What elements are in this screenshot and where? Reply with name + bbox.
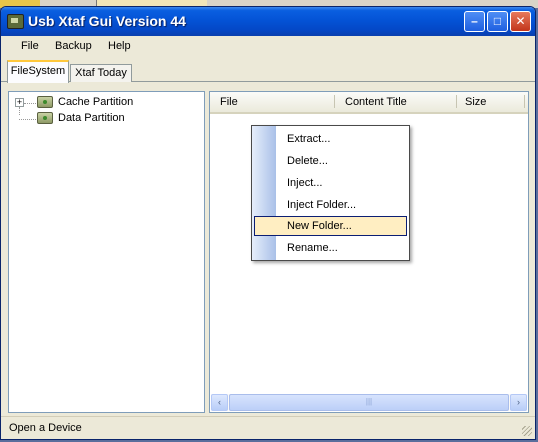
tree-node-cache-partition[interactable]: + Cache Partition <box>9 95 199 115</box>
menu-item-label: Inject... <box>287 177 323 189</box>
scroll-right-arrow-icon[interactable]: › <box>510 394 527 411</box>
app-icon[interactable] <box>7 14 24 29</box>
tab-filesystem[interactable]: FileSystem <box>7 60 69 83</box>
tab-xtaf-today-label: Xtaf Today <box>75 67 127 79</box>
menu-item-label: Extract... <box>287 133 331 145</box>
menu-item-extract[interactable]: Extract... <box>254 129 407 149</box>
tree-connector <box>24 103 36 104</box>
menu-item-new-folder[interactable]: New Folder... <box>254 216 407 236</box>
column-divider[interactable] <box>456 95 457 108</box>
title-bar[interactable]: Usb Xtaf Gui Version 44 – □ ✕ <box>1 7 535 36</box>
tab-strip: FileSystem Xtaf Today <box>1 59 535 83</box>
column-divider[interactable] <box>524 95 525 108</box>
close-button[interactable]: ✕ <box>510 11 531 32</box>
menu-item-label: Inject Folder... <box>287 199 357 211</box>
tree-node-label: Cache Partition <box>58 96 134 108</box>
menu-backup[interactable]: Backup <box>55 40 92 52</box>
menu-item-label: Delete... <box>287 155 328 167</box>
tree-connector <box>19 119 36 120</box>
tree-node-label: Data Partition <box>58 112 125 124</box>
menu-item-rename[interactable]: Rename... <box>254 238 407 258</box>
status-bar: Open a Device <box>1 416 535 439</box>
window-title: Usb Xtaf Gui Version 44 <box>28 13 186 29</box>
tab-xtaf-today[interactable]: Xtaf Today <box>70 64 132 82</box>
minimize-button[interactable]: – <box>464 11 485 32</box>
menu-item-inject-folder[interactable]: Inject Folder... <box>254 195 407 215</box>
drive-icon <box>37 96 53 108</box>
partition-tree[interactable]: + Cache Partition Data Partition <box>8 91 205 413</box>
menu-item-delete[interactable]: Delete... <box>254 151 407 171</box>
status-text: Open a Device <box>9 422 82 434</box>
menu-item-inject[interactable]: Inject... <box>254 173 407 193</box>
horizontal-scrollbar[interactable]: ‹ ||| › <box>211 394 527 411</box>
drive-icon <box>37 112 53 124</box>
expand-icon[interactable]: + <box>15 98 24 107</box>
column-divider[interactable] <box>334 95 335 108</box>
context-menu: Extract... Delete... Inject... Inject Fo… <box>251 125 410 261</box>
column-header-file[interactable]: File <box>220 96 238 108</box>
tab-filesystem-label: FileSystem <box>10 65 66 77</box>
column-header-content-title[interactable]: Content Title <box>345 96 407 108</box>
menu-bar: File Backup Help <box>1 36 535 56</box>
scroll-left-arrow-icon[interactable]: ‹ <box>211 394 228 411</box>
menu-help[interactable]: Help <box>108 40 131 52</box>
tree-node-data-partition[interactable]: Data Partition <box>9 111 199 127</box>
resize-grip-icon[interactable] <box>522 426 532 436</box>
menu-item-label: New Folder... <box>287 220 352 232</box>
menu-item-label: Rename... <box>287 242 338 254</box>
maximize-button[interactable]: □ <box>487 11 508 32</box>
file-list-header: File Content Title Size <box>210 92 528 114</box>
menu-file[interactable]: File <box>21 40 39 52</box>
column-header-size[interactable]: Size <box>465 96 486 108</box>
scroll-thumb[interactable]: ||| <box>229 394 509 411</box>
